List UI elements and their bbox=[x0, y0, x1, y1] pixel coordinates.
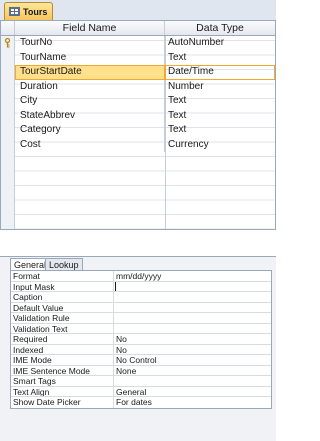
document-tab-strip: Tours bbox=[0, 0, 276, 20]
property-row: Validation Text bbox=[11, 323, 271, 334]
property-label: Required bbox=[11, 334, 114, 344]
property-label: IME Sentence Mode bbox=[11, 365, 114, 375]
data-type-cell[interactable]: AutoNumber bbox=[165, 36, 275, 51]
table-design-grid: Field Name Data Type TourNo AutoNumber Tou… bbox=[0, 20, 276, 230]
field-name-cell[interactable]: City bbox=[15, 94, 165, 109]
data-type-cell[interactable]: Text bbox=[165, 51, 275, 66]
property-value[interactable]: None bbox=[114, 366, 271, 375]
field-name-cell[interactable]: StateAbbrev bbox=[15, 108, 165, 123]
row-selector[interactable] bbox=[1, 50, 15, 65]
data-type-cell[interactable]: Text bbox=[165, 94, 275, 109]
property-row: Format mm/dd/yyyy bbox=[11, 271, 271, 282]
property-row: Indexed No bbox=[11, 344, 271, 355]
field-row[interactable]: Category Text bbox=[1, 123, 275, 138]
property-row: Text Align General bbox=[11, 386, 271, 397]
property-label: Default Value bbox=[11, 302, 114, 312]
field-name-cell[interactable]: Cost bbox=[15, 137, 165, 152]
property-value[interactable] bbox=[114, 324, 271, 334]
property-row: Required No bbox=[11, 334, 271, 345]
field-row[interactable]: Cost Currency bbox=[1, 137, 275, 153]
property-label: Text Align bbox=[11, 386, 114, 396]
row-selector[interactable] bbox=[1, 79, 15, 94]
property-row: Validation Rule bbox=[11, 313, 271, 324]
property-label: Validation Rule bbox=[11, 313, 114, 323]
data-type-cell[interactable]: Text bbox=[165, 123, 275, 138]
data-type-cell[interactable]: Currency bbox=[165, 138, 275, 153]
field-row[interactable]: StateAbbrev Text bbox=[1, 108, 275, 124]
property-value[interactable]: mm/dd/yyyy bbox=[114, 271, 271, 280]
field-row[interactable]: Duration Number bbox=[1, 79, 275, 95]
data-type-cell[interactable]: Number bbox=[165, 80, 275, 95]
property-label: IME Mode bbox=[11, 355, 114, 365]
row-selector[interactable] bbox=[1, 36, 15, 51]
property-row: Show Date Picker For dates bbox=[11, 397, 271, 408]
property-value[interactable]: No bbox=[114, 345, 271, 354]
property-label: Caption bbox=[11, 292, 114, 302]
property-label: Indexed bbox=[11, 344, 114, 354]
field-properties-panel: General Lookup Format mm/dd/yyyy Input Mas… bbox=[0, 256, 276, 441]
property-label: Input Mask bbox=[11, 281, 114, 291]
grid-header: Field Name Data Type bbox=[1, 21, 275, 36]
property-row: Smart Tags bbox=[11, 376, 271, 387]
property-sheet: Format mm/dd/yyyy Input Mask Caption Default… bbox=[10, 270, 272, 409]
property-row: IME Sentence Mode None bbox=[11, 365, 271, 376]
header-selector bbox=[1, 21, 15, 35]
property-value[interactable]: No Control bbox=[114, 355, 271, 364]
row-selector[interactable] bbox=[1, 94, 15, 109]
row-selector[interactable] bbox=[1, 65, 15, 80]
field-row[interactable]: TourNo AutoNumber bbox=[1, 36, 275, 51]
property-label: Show Date Picker bbox=[11, 397, 114, 408]
data-type-cell[interactable]: Text bbox=[165, 109, 275, 124]
property-label: Smart Tags bbox=[11, 376, 114, 386]
row-selector[interactable] bbox=[1, 123, 15, 138]
property-row: Input Mask bbox=[11, 281, 271, 292]
field-name-cell[interactable]: Category bbox=[15, 123, 165, 138]
primary-key-icon bbox=[4, 38, 11, 48]
tab-label: Tours bbox=[23, 6, 48, 17]
field-name-header: Field Name bbox=[15, 21, 165, 35]
property-label: Format bbox=[11, 271, 114, 281]
row-selector[interactable] bbox=[1, 108, 15, 123]
table-icon bbox=[9, 7, 20, 16]
divider-band bbox=[0, 230, 276, 256]
tours-document-tab[interactable]: Tours bbox=[4, 2, 53, 20]
field-name-cell[interactable]: TourStartDate bbox=[15, 65, 165, 80]
property-row: Default Value bbox=[11, 302, 271, 313]
property-value[interactable] bbox=[114, 313, 271, 323]
tab-lookup[interactable]: Lookup bbox=[45, 258, 83, 270]
row-selector[interactable] bbox=[1, 137, 15, 152]
field-name-cell[interactable]: TourName bbox=[15, 50, 165, 65]
property-row: IME Mode No Control bbox=[11, 355, 271, 366]
property-value[interactable] bbox=[114, 376, 271, 386]
field-name-cell[interactable]: Duration bbox=[15, 79, 165, 94]
data-type-header: Data Type bbox=[196, 22, 244, 34]
field-row[interactable]: TourStartDate Date/Time bbox=[1, 65, 275, 80]
property-value[interactable]: For dates bbox=[114, 397, 271, 408]
property-value[interactable]: No bbox=[114, 334, 271, 343]
data-type-cell[interactable]: Date/Time bbox=[165, 65, 275, 80]
property-row: Caption bbox=[11, 292, 271, 303]
property-value[interactable] bbox=[114, 303, 271, 313]
property-label: Validation Text bbox=[11, 323, 114, 333]
field-row[interactable]: City Text bbox=[1, 94, 275, 109]
field-name-cell[interactable]: TourNo bbox=[15, 36, 165, 51]
property-value[interactable] bbox=[114, 292, 271, 302]
property-value[interactable]: General bbox=[114, 387, 271, 396]
field-row[interactable]: TourName Text bbox=[1, 50, 275, 66]
property-value[interactable] bbox=[115, 281, 271, 291]
